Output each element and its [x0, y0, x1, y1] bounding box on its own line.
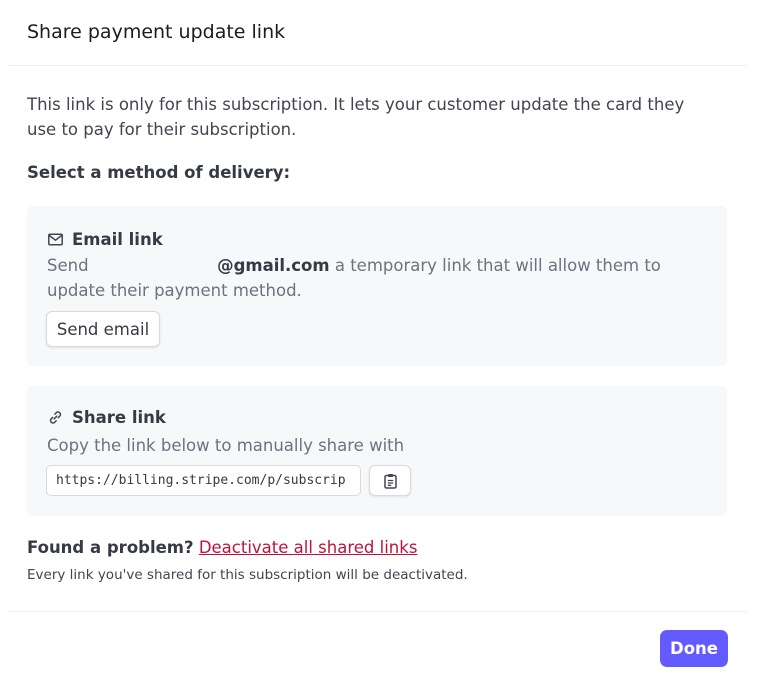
link-icon: [47, 410, 63, 426]
copy-link-button[interactable]: [369, 465, 411, 496]
share-link-header: Share link: [47, 408, 166, 427]
done-button[interactable]: Done: [660, 630, 728, 667]
problem-row: Found a problem? Deactivate all shared l…: [27, 538, 417, 557]
mail-icon: [47, 232, 63, 248]
dialog-description: This link is only for this subscription.…: [27, 95, 685, 139]
share-link-card: Share link Copy the link below to manual…: [27, 386, 727, 516]
deactivate-note: Every link you've shared for this subscr…: [27, 567, 468, 583]
email-text-before: Send: [47, 256, 89, 275]
share-link-description: Copy the link below to manually share wi…: [47, 436, 405, 455]
problem-question: Found a problem?: [27, 538, 194, 557]
send-email-button[interactable]: Send email: [46, 311, 160, 347]
customer-email-domain: @gmail.com: [217, 256, 330, 275]
email-link-title: Email link: [72, 230, 163, 249]
email-link-header: Email link: [47, 230, 163, 249]
dialog-header: Share payment update link: [0, 0, 761, 65]
delivery-method-label: Select a method of delivery:: [27, 163, 291, 182]
header-divider: [9, 65, 746, 66]
dialog-title: Share payment update link: [27, 21, 286, 43]
deactivate-links-link[interactable]: Deactivate all shared links: [199, 538, 418, 557]
share-link-input[interactable]: [46, 465, 361, 496]
email-link-card: Email link Send @gmail.com a temporary l…: [27, 206, 727, 366]
share-link-title: Share link: [72, 408, 166, 427]
footer-divider: [9, 611, 746, 612]
clipboard-icon: [383, 473, 397, 489]
email-link-description: Send @gmail.com a temporary link that wi…: [47, 253, 707, 303]
redacted-email-user: [94, 260, 212, 274]
